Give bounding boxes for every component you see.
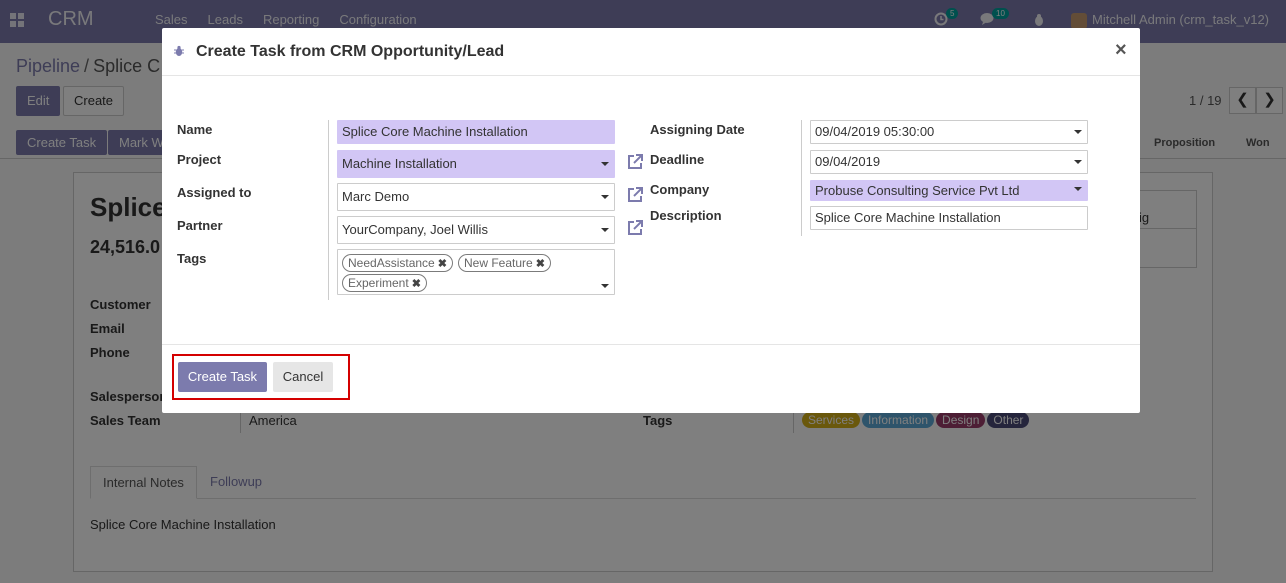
assigned-to-select[interactable]: Marc Demo [337, 183, 615, 211]
caret-down-icon [601, 195, 609, 199]
deadline-label: Deadline [650, 152, 705, 167]
project-select[interactable]: Machine Installation [337, 150, 615, 178]
tag-chip: Experiment ✖ [342, 274, 427, 292]
remove-tag-icon[interactable]: ✖ [438, 258, 447, 270]
assigned-to-label: Assigned to [177, 185, 252, 200]
dialog-title: Create Task from CRM Opportunity/Lead [196, 43, 505, 60]
external-link-icon[interactable] [625, 218, 645, 238]
tag-chip-label: NeedAssistance [348, 256, 435, 270]
remove-tag-icon[interactable]: ✖ [536, 258, 545, 270]
deadline-value: 09/04/2019 [815, 154, 881, 169]
create-task-dialog: Create Task from CRM Opportunity/Lead × … [162, 28, 1140, 413]
project-value: Machine Installation [342, 156, 457, 171]
caret-down-icon [1074, 187, 1082, 191]
name-label: Name [177, 122, 213, 137]
assigned-to-value: Marc Demo [342, 189, 410, 204]
partner-label: Partner [177, 218, 223, 233]
tag-chip-label: New Feature [464, 256, 533, 270]
tags-select[interactable]: NeedAssistance ✖ New Feature ✖ Experiment ✖ [337, 249, 615, 295]
assigning-date-label: Assigning Date [650, 122, 745, 137]
caret-down-icon [1074, 130, 1082, 134]
company-label: Company [650, 182, 710, 197]
external-link-icon[interactable] [625, 152, 645, 172]
description-input[interactable]: Splice Core Machine Installation [810, 206, 1088, 230]
external-link-icon[interactable] [625, 185, 645, 205]
tag-chip-label: Experiment [348, 276, 409, 290]
caret-down-icon [601, 284, 609, 288]
tags-label: Tags [177, 251, 207, 266]
company-value: Probuse Consulting Service Pvt Ltd [815, 183, 1020, 198]
right-column-divider [801, 120, 802, 236]
caret-down-icon [1074, 160, 1082, 164]
name-input[interactable]: Splice Core Machine Installation [337, 120, 615, 144]
left-column-divider [328, 120, 329, 300]
assigning-date-value: 09/04/2019 05:30:00 [815, 124, 935, 139]
close-icon[interactable]: × [1115, 39, 1127, 62]
assigning-date-input[interactable]: 09/04/2019 05:30:00 [810, 120, 1088, 144]
partner-value: YourCompany, Joel Willis [342, 222, 488, 237]
tag-chip: NeedAssistance ✖ [342, 254, 453, 272]
deadline-input[interactable]: 09/04/2019 [810, 150, 1088, 174]
bug-icon [173, 45, 185, 57]
caret-down-icon [601, 162, 609, 166]
partner-select[interactable]: YourCompany, Joel Willis [337, 216, 615, 244]
cancel-button[interactable]: Cancel [273, 362, 333, 392]
dialog-footer: Create Task Cancel [162, 344, 1140, 413]
caret-down-icon [601, 228, 609, 232]
project-label: Project [177, 152, 222, 167]
company-select[interactable]: Probuse Consulting Service Pvt Ltd [810, 180, 1088, 201]
create-task-button[interactable]: Create Task [178, 362, 267, 392]
description-label: Description [650, 208, 722, 223]
dialog-header: Create Task from CRM Opportunity/Lead × [162, 28, 1140, 76]
remove-tag-icon[interactable]: ✖ [412, 278, 421, 290]
tag-chip: New Feature ✖ [458, 254, 551, 272]
